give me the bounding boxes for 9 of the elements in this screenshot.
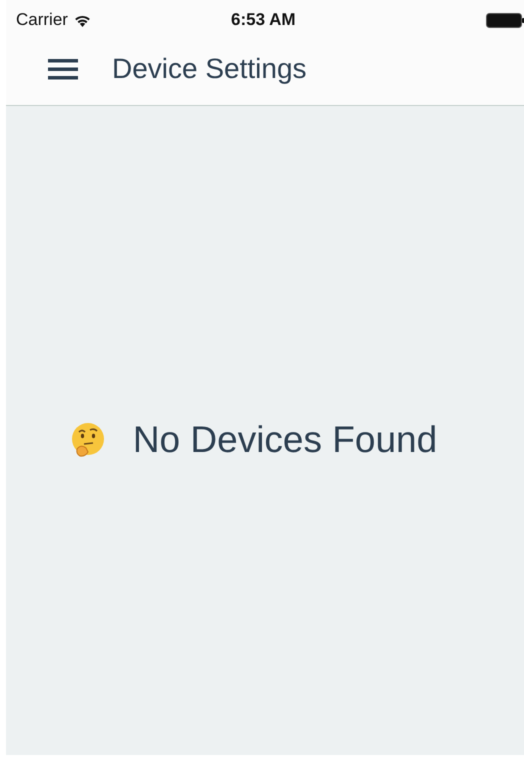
thinking-face-icon: [70, 422, 105, 458]
status-time: 6:53 AM: [231, 10, 296, 30]
menu-icon: [48, 58, 78, 80]
wifi-icon: [74, 14, 91, 26]
empty-state-message: No Devices Found: [132, 418, 438, 460]
page-title: Device Settings: [112, 52, 307, 84]
battery-icon: [486, 12, 524, 28]
carrier-name: Carrier: [16, 10, 68, 30]
menu-button[interactable]: [48, 58, 78, 80]
